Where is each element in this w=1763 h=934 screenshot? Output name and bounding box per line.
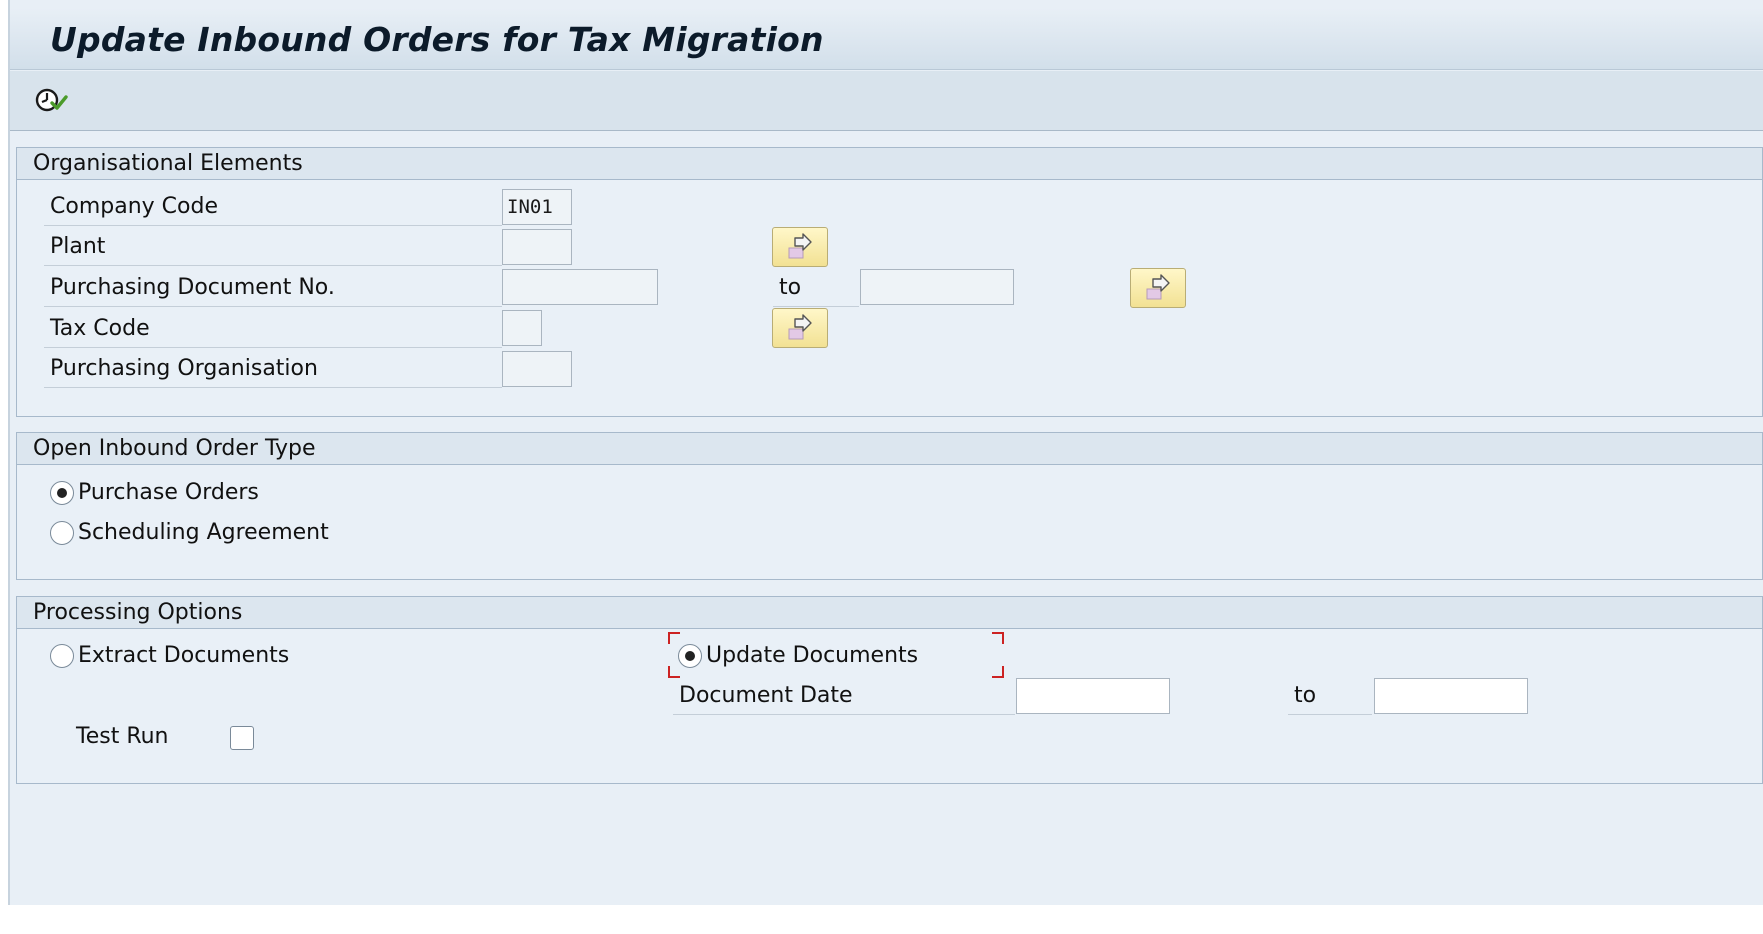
document-date-to-field[interactable]: [1374, 678, 1528, 714]
plant-label: Plant: [44, 228, 502, 266]
multiple-selection-arrow-icon: [788, 314, 812, 340]
purchasing-document-multiple-selection-button[interactable]: [1130, 268, 1186, 308]
document-date-label: Document Date: [673, 677, 1015, 715]
company-code-field[interactable]: IN01: [502, 189, 572, 225]
group-title: Organisational Elements: [17, 148, 1762, 180]
group-title: Open Inbound Order Type: [17, 433, 1762, 465]
radio-selected-icon: [50, 481, 74, 505]
purchase-orders-label: Purchase Orders: [78, 480, 259, 505]
focus-marker-corner: [992, 632, 1004, 644]
radio-unselected-icon: [50, 521, 74, 545]
execute-clock-icon: [35, 88, 68, 112]
purchase-orders-radio[interactable]: Purchase Orders: [50, 477, 259, 509]
tax-code-multiple-selection-button[interactable]: [772, 308, 828, 348]
plant-multiple-selection-button[interactable]: [772, 227, 828, 267]
extract-documents-label: Extract Documents: [78, 643, 290, 668]
test-run-checkbox[interactable]: [230, 726, 254, 750]
extract-documents-radio[interactable]: Extract Documents: [50, 640, 289, 672]
radio-unselected-icon: [50, 644, 74, 668]
tax-code-label: Tax Code: [44, 310, 502, 348]
purchasing-organisation-field[interactable]: [502, 351, 572, 387]
company-code-label: Company Code: [44, 188, 502, 226]
document-date-to-label: to: [1288, 677, 1372, 715]
document-date-from-field[interactable]: [1016, 678, 1170, 714]
group-title: Processing Options: [17, 597, 1762, 629]
update-documents-label: Update Documents: [706, 643, 919, 668]
plant-field[interactable]: [502, 229, 572, 265]
test-run-label: Test Run: [76, 724, 169, 749]
radio-selected-icon: [678, 644, 702, 668]
page-title: Update Inbound Orders for Tax Migration: [50, 20, 824, 59]
purchasing-document-from-field[interactable]: [502, 269, 658, 305]
application-toolbar: [10, 71, 1763, 131]
purchasing-document-label: Purchasing Document No.: [44, 269, 502, 307]
scheduling-agreement-radio[interactable]: Scheduling Agreement: [50, 517, 329, 549]
scheduling-agreement-label: Scheduling Agreement: [78, 520, 329, 545]
multiple-selection-arrow-icon: [1146, 274, 1170, 300]
execute-button[interactable]: [32, 83, 72, 117]
purchasing-document-to-label: to: [773, 269, 859, 307]
title-bar: Update Inbound Orders for Tax Migration: [10, 8, 1763, 70]
multiple-selection-arrow-icon: [788, 233, 812, 259]
group-open-inbound-order-type: Open Inbound Order Type: [16, 432, 1763, 580]
tax-code-field[interactable]: [502, 310, 542, 346]
sap-selection-screen: Update Inbound Orders for Tax Migration …: [0, 0, 1763, 934]
purchasing-organisation-label: Purchasing Organisation: [44, 350, 502, 388]
update-documents-radio[interactable]: Update Documents: [678, 640, 918, 672]
purchasing-document-to-field[interactable]: [860, 269, 1014, 305]
